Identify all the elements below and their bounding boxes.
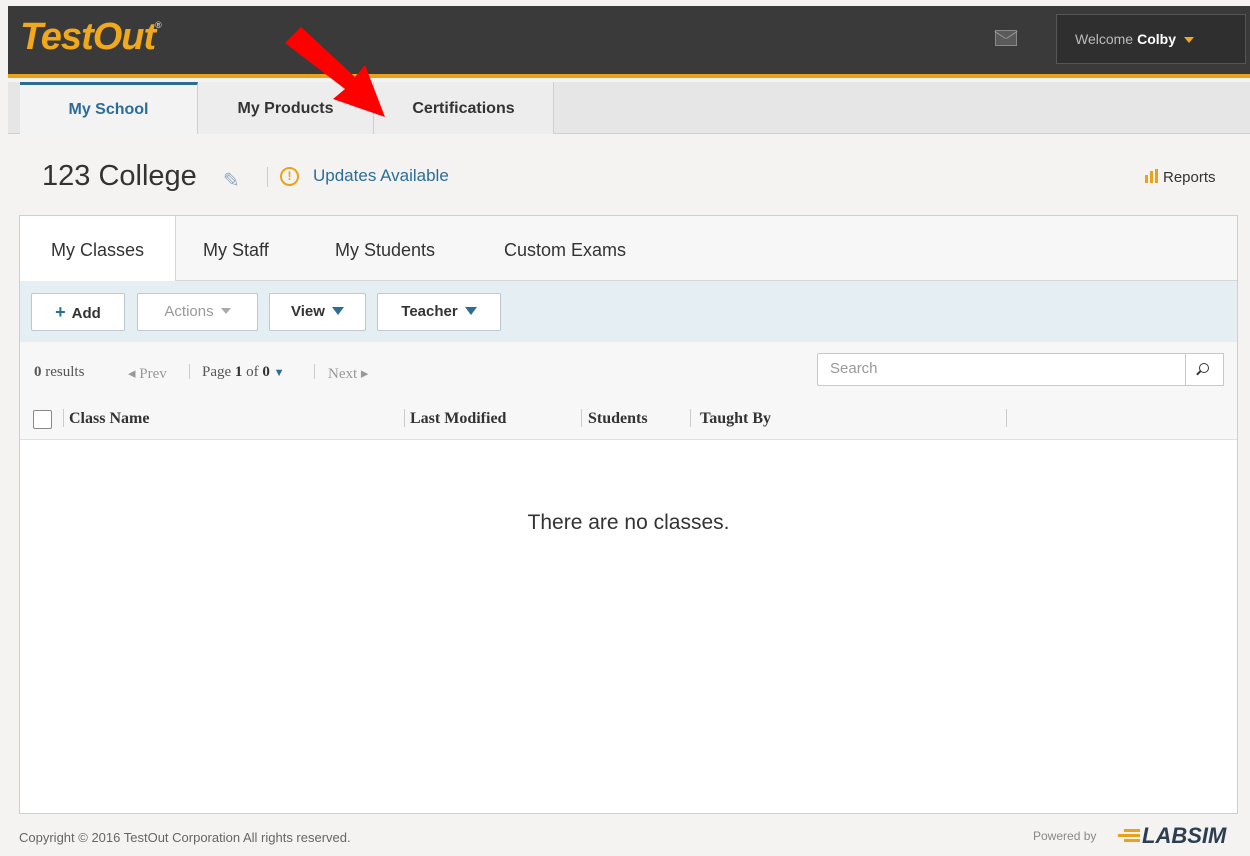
mail-icon[interactable] [995,30,1017,46]
column-divider [63,409,64,427]
column-divider [1006,409,1007,427]
labsim-logo: LABSIM [1118,823,1226,849]
tab-custom-exams[interactable]: Custom Exams [504,216,626,281]
tab-my-classes[interactable]: My Classes [20,216,176,282]
reports-link[interactable]: Reports [1145,169,1216,186]
actions-dropdown[interactable]: Actions [137,293,258,331]
plus-icon: + [55,302,66,322]
divider [314,364,315,379]
col-class-name[interactable]: Class Name [69,410,149,428]
col-students[interactable]: Students [588,410,648,428]
annotation-arrow [285,27,385,117]
divider [267,167,268,187]
teacher-label: Teacher [401,303,458,320]
logo-registered-mark: ® [155,20,162,30]
tab-certifications[interactable]: Certifications [374,82,554,134]
page-selector[interactable]: Page 1 of 0 ▼ [202,364,285,381]
view-dropdown[interactable]: View [269,293,366,331]
view-label: View [291,303,325,320]
labsim-brand-text: LABSIM [1142,823,1227,848]
empty-state-message: There are no classes. [527,511,730,534]
tab-my-school[interactable]: My School [20,82,198,134]
bar-chart-icon [1145,169,1159,183]
logo-text: TestOut [20,16,156,58]
updates-available-link[interactable]: Updates Available [313,166,449,186]
col-taught-by[interactable]: Taught By [700,410,771,428]
teacher-dropdown[interactable]: Teacher [377,293,501,331]
add-button[interactable]: + Add [31,293,125,331]
search-icon [1199,363,1209,373]
table-header: Class Name Last Modified Students Taught… [20,404,1237,440]
add-label: Add [71,305,101,322]
chevron-down-icon [220,308,231,314]
chevron-down-icon [331,307,344,315]
prev-page-button[interactable]: ◂ Prev [128,364,167,383]
next-page-button[interactable]: Next ▸ [328,364,368,383]
search-button[interactable] [1186,353,1224,386]
reports-label: Reports [1163,169,1216,186]
chevron-down-icon [1183,37,1194,44]
column-divider [404,409,405,427]
top-bar: TestOut® Welcome Colby [8,6,1250,78]
user-menu-button[interactable]: Welcome Colby [1056,14,1246,64]
tab-my-staff[interactable]: My Staff [203,216,269,281]
testout-logo[interactable]: TestOut® [20,16,162,59]
select-all-checkbox[interactable] [33,410,52,429]
edit-pencil-icon[interactable]: ✎ [223,168,240,193]
welcome-label: Welcome [1075,31,1134,47]
tab-my-students[interactable]: My Students [335,216,435,281]
main-nav: My School My Products Certifications [8,82,1250,134]
actions-label: Actions [164,303,214,320]
alert-icon: ! [280,167,299,186]
search-input[interactable]: Search [817,353,1186,386]
pager: 0 results ◂ Prev Page 1 of 0 ▼ Next ▸ Se… [20,342,1237,404]
results-count: 0 results [34,364,85,380]
page-title: 123 College [42,160,197,192]
classes-panel: My Classes My Staff My Students Custom E… [19,215,1238,814]
col-last-modified[interactable]: Last Modified [410,410,506,428]
sub-tabs: My Classes My Staff My Students Custom E… [20,216,1237,282]
copyright-text: Copyright © 2016 TestOut Corporation All… [19,830,351,845]
toolbar: + Add Actions View Teacher [20,281,1237,342]
powered-by-text: Powered by [1033,829,1097,843]
user-name: Colby [1137,31,1176,47]
divider [189,364,190,379]
column-divider [690,409,691,427]
chevron-down-icon [464,307,477,315]
column-divider [581,409,582,427]
labsim-mark-icon [1118,828,1140,842]
